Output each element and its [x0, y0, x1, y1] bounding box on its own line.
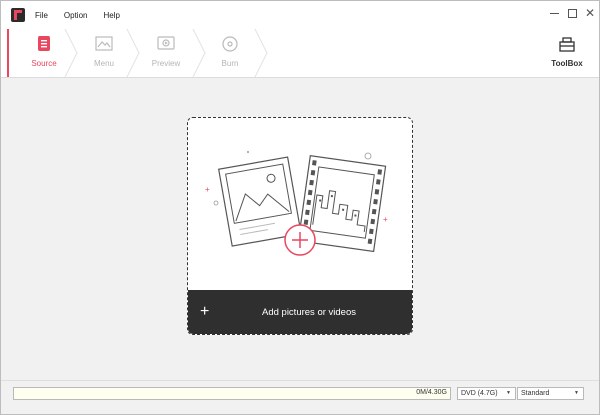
plus-icon: + — [200, 303, 210, 320]
step-source-label: Source — [31, 59, 57, 68]
step-toolbar: Source Menu Preview Burn ToolBox — [1, 29, 599, 78]
step-burn-label: Burn — [221, 59, 239, 68]
menu-help[interactable]: Help — [103, 11, 119, 20]
disc-type-value: DVD (4.7G) — [461, 390, 498, 397]
step-menu[interactable]: Menu — [77, 29, 131, 77]
preview-icon — [157, 36, 175, 52]
add-media-dropzone[interactable]: + + + Add pictures or videos — [187, 117, 413, 335]
svg-text:+: + — [205, 185, 210, 194]
source-icon — [35, 36, 53, 52]
quality-select[interactable]: Standard ▼ — [517, 387, 584, 400]
menu-option[interactable]: Option — [64, 11, 88, 20]
step-source[interactable]: Source — [17, 29, 71, 77]
burn-disc-icon — [221, 36, 239, 52]
minimize-icon[interactable] — [550, 8, 560, 18]
add-media-button[interactable]: + Add pictures or videos — [188, 290, 412, 334]
active-step-marker — [7, 29, 9, 77]
app-window: File Option Help ✕ Source Menu Preview B… — [0, 0, 600, 415]
chevron-down-icon: ▼ — [574, 390, 579, 396]
maximize-icon[interactable] — [568, 9, 577, 18]
step-preview-label: Preview — [151, 59, 181, 68]
add-media-label: Add pictures or videos — [262, 306, 356, 318]
toolbox-icon — [558, 36, 576, 52]
status-bar: 0M/4.30G DVD (4.7G) ▼ Standard ▼ — [1, 380, 599, 414]
quality-value: Standard — [521, 390, 550, 397]
photo-and-film-add-icon: + + — [205, 151, 388, 256]
step-burn[interactable]: Burn — [203, 29, 257, 77]
menu-template-icon — [95, 36, 113, 52]
main-area: + + + Add pictures or videos — [1, 78, 599, 380]
toolbox-label: ToolBox — [551, 59, 583, 68]
disc-type-select[interactable]: DVD (4.7G) ▼ — [457, 387, 516, 400]
window-controls: ✕ — [550, 7, 595, 19]
disc-capacity-bar: 0M/4.30G — [13, 387, 451, 400]
chevron-down-icon: ▼ — [506, 390, 511, 396]
capacity-text: 0M/4.30G — [416, 389, 447, 396]
toolbox-button[interactable]: ToolBox — [545, 29, 589, 77]
title-bar: File Option Help ✕ — [1, 1, 599, 29]
app-logo-icon — [11, 8, 25, 22]
step-menu-label: Menu — [93, 59, 114, 68]
step-preview[interactable]: Preview — [139, 29, 193, 77]
close-icon[interactable]: ✕ — [585, 7, 595, 19]
svg-text:+: + — [383, 215, 388, 224]
menu-file[interactable]: File — [35, 11, 48, 20]
